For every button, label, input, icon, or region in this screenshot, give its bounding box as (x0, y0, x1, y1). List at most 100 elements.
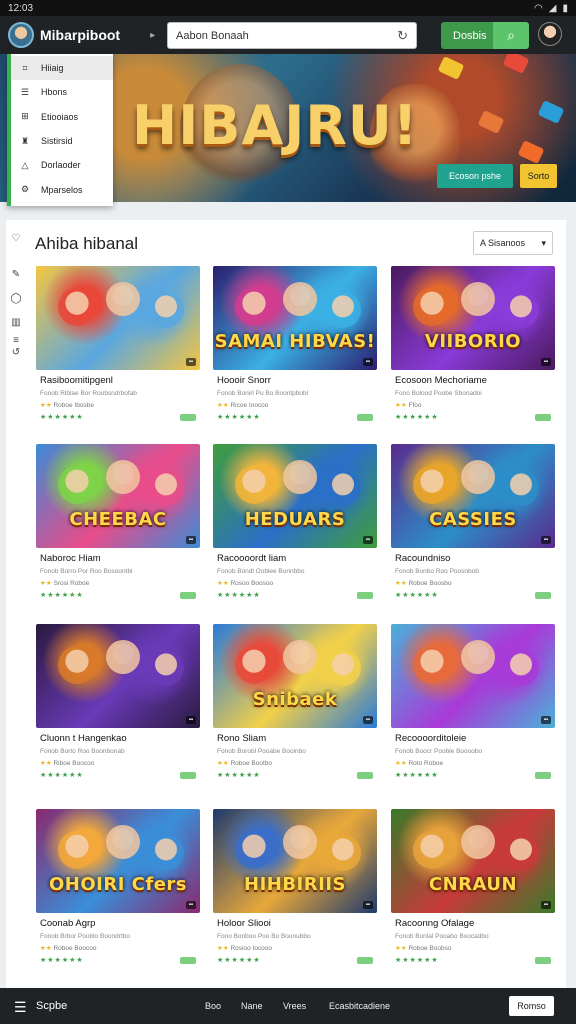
bottom-action-button[interactable]: Romso (509, 996, 554, 1016)
game-title[interactable]: Rasiboomitipgenl (40, 375, 113, 386)
install-badge[interactable] (180, 414, 196, 421)
game-card[interactable]: ▪▪ Cluonn t Hangenkao Fonob Borto Roo Boon… (36, 624, 200, 796)
heart-icon[interactable]: ♡ (12, 233, 21, 245)
rating-star-icon: ★★ (40, 760, 54, 767)
thumbnail-title: Snibaek (252, 689, 338, 710)
game-card[interactable]: OHOIRI Cfers ▪▪ Coonab Agrp Fonob Brbor Poo… (36, 809, 200, 981)
game-title[interactable]: Ecosoon Mechoriame (395, 375, 487, 386)
game-thumbnail[interactable]: HIHBIRIIS ▪▪ (213, 809, 377, 913)
game-title[interactable]: Cluonn t Hangenkao (40, 733, 127, 744)
install-badge[interactable] (357, 772, 373, 779)
rating-star-icon: ★★ (395, 945, 409, 952)
grid-icon[interactable]: ▥ (11, 317, 20, 329)
character-illustration (283, 282, 317, 316)
character-illustration (148, 470, 184, 506)
game-thumbnail[interactable]: CASSIES ▪▪ (391, 444, 555, 548)
thumbnail-title: CHEEBAC (69, 509, 167, 530)
character-illustration (58, 288, 96, 326)
install-badge[interactable] (180, 957, 196, 964)
download-button[interactable]: Dosbis (441, 22, 493, 49)
app-brand[interactable]: Mibarpiboot (40, 27, 120, 43)
game-card[interactable]: CASSIES ▪▪ Racoundniso Fonob Bonbo Roo Poos… (391, 444, 555, 616)
game-thumbnail[interactable]: ▪▪ (36, 266, 200, 370)
user-avatar[interactable] (538, 22, 562, 46)
game-submeta-text: Ricoe Inocoo (230, 402, 269, 409)
game-card[interactable]: HIHBIRIIS ▪▪ Holoor Sliooi Fono Bonboo Poo … (213, 809, 377, 981)
rating-stars: ★★★★★★ (40, 957, 84, 964)
install-badge[interactable] (180, 592, 196, 599)
app-avatar[interactable] (8, 22, 34, 48)
game-submeta-text: Roto Roboe (408, 760, 444, 767)
hero-primary-button[interactable]: Ecoson pshe (437, 164, 513, 188)
game-card[interactable]: CHEEBAC ▪▪ Naboroc Hiam Fonob Borro Por Roo… (36, 444, 200, 616)
search-icon[interactable]: ⌕ (493, 22, 529, 49)
bottom-link-3[interactable]: Vrees (283, 1001, 306, 1011)
character-illustration (106, 460, 140, 494)
thumbnail-title: SAMAI HIBVAS! (214, 331, 376, 352)
bottom-link-2[interactable]: Nane (241, 1001, 263, 1011)
game-card[interactable]: ▪▪ Rasiboomitipgenl Fonob Riblae Bor Roubs… (36, 266, 200, 438)
install-badge[interactable] (357, 592, 373, 599)
rating-stars: ★★★★★★ (217, 592, 261, 599)
game-title[interactable]: Rono Sliam (217, 733, 266, 744)
game-card[interactable]: Snibaek ▪▪ Rono Sliam Fonob Borobl Pooabe B… (213, 624, 377, 796)
bottom-brand[interactable]: Scpbe (36, 1000, 67, 1012)
brand-caret-icon[interactable]: ▸ (150, 30, 155, 41)
install-badge[interactable] (357, 414, 373, 421)
character-illustration (503, 835, 539, 871)
install-badge[interactable] (535, 414, 551, 421)
rating-stars: ★★★★★★ (395, 592, 439, 599)
game-thumbnail[interactable]: OHOIRI Cfers ▪▪ (36, 809, 200, 913)
menu-item-6[interactable]: ⚙ Mparselos (11, 177, 113, 201)
game-thumbnail[interactable]: ▪▪ (391, 624, 555, 728)
game-thumbnail[interactable]: Snibaek ▪▪ (213, 624, 377, 728)
character-illustration (58, 831, 96, 869)
game-card[interactable]: SAMAI HIBVAS! ▪▪ Hoooir Snorr Fonob Bonirl … (213, 266, 377, 438)
game-title[interactable]: Racoundniso (395, 553, 450, 564)
bottom-link-1[interactable]: Boo (205, 1001, 221, 1011)
sort-select[interactable]: A Sisanoos ▾ (473, 231, 553, 255)
game-title[interactable]: Hoooir Snorr (217, 375, 271, 386)
character-illustration (106, 282, 140, 316)
thumbnail-title: HIHBIRIIS (244, 874, 346, 895)
install-badge[interactable] (535, 592, 551, 599)
menu-item-5[interactable]: △ Dorlaoder (11, 153, 113, 177)
character-illustration (461, 282, 495, 316)
refresh-icon[interactable]: ↻ (397, 28, 408, 44)
menu-item-1[interactable]: ⌗ Hiiaig (11, 56, 113, 81)
search-input[interactable]: Aabon Bonaah ↻ (167, 22, 417, 49)
hero-secondary-button[interactable]: Sorto (520, 164, 557, 188)
game-title[interactable]: Holoor Sliooi (217, 918, 271, 929)
menu-item-4[interactable]: ♜ Sistirsid (11, 129, 113, 153)
hero-chip-decoration (537, 100, 565, 124)
game-card[interactable]: VIIBORIO ▪▪ Ecosoon Mechoriame Fono Bolood … (391, 266, 555, 438)
game-submeta: ★★ Roboe Boocoo (40, 944, 96, 952)
install-badge[interactable] (357, 957, 373, 964)
menu-item-2[interactable]: ☰ Hbons (11, 80, 113, 104)
game-card[interactable]: CNRAUN ▪▪ Racoonng Ofalage Fonob Bonlal Poo… (391, 809, 555, 981)
game-card[interactable]: HEDUARS ▪▪ Racoooordt liam Fonob Bondl Oobl… (213, 444, 377, 616)
bottom-link-4[interactable]: Ecasbitcadiene (329, 1001, 390, 1011)
menu-icon[interactable]: ☰ (14, 999, 27, 1016)
game-thumbnail[interactable]: ▪▪ (36, 624, 200, 728)
install-badge[interactable] (180, 772, 196, 779)
comment-icon[interactable]: ◯ (10, 293, 21, 305)
menu-item-3[interactable]: ⊞ Etiooiaos (11, 105, 113, 129)
install-badge[interactable] (535, 957, 551, 964)
game-title[interactable]: Racoooordt liam (217, 553, 286, 564)
install-badge[interactable] (535, 772, 551, 779)
stack-icon[interactable]: ≡ (13, 335, 19, 347)
game-title[interactable]: Coonab Agrp (40, 918, 95, 929)
game-card[interactable]: ▪▪ Recoooorditoleie Fonob Boocr Pooble Boo… (391, 624, 555, 796)
game-title[interactable]: Recoooorditoleie (395, 733, 466, 744)
edit-icon[interactable]: ✎ (12, 269, 20, 281)
game-thumbnail[interactable]: CHEEBAC ▪▪ (36, 444, 200, 548)
game-thumbnail[interactable]: VIIBORIO ▪▪ (391, 266, 555, 370)
game-title[interactable]: Naboroc Hiam (40, 553, 101, 564)
game-thumbnail[interactable]: CNRAUN ▪▪ (391, 809, 555, 913)
refresh-small-icon[interactable]: ↺ (12, 347, 20, 359)
game-thumbnail[interactable]: SAMAI HIBVAS! ▪▪ (213, 266, 377, 370)
thumbnail-tag: ▪▪ (362, 716, 373, 724)
game-thumbnail[interactable]: HEDUARS ▪▪ (213, 444, 377, 548)
game-title[interactable]: Racoonng Ofalage (395, 918, 474, 929)
